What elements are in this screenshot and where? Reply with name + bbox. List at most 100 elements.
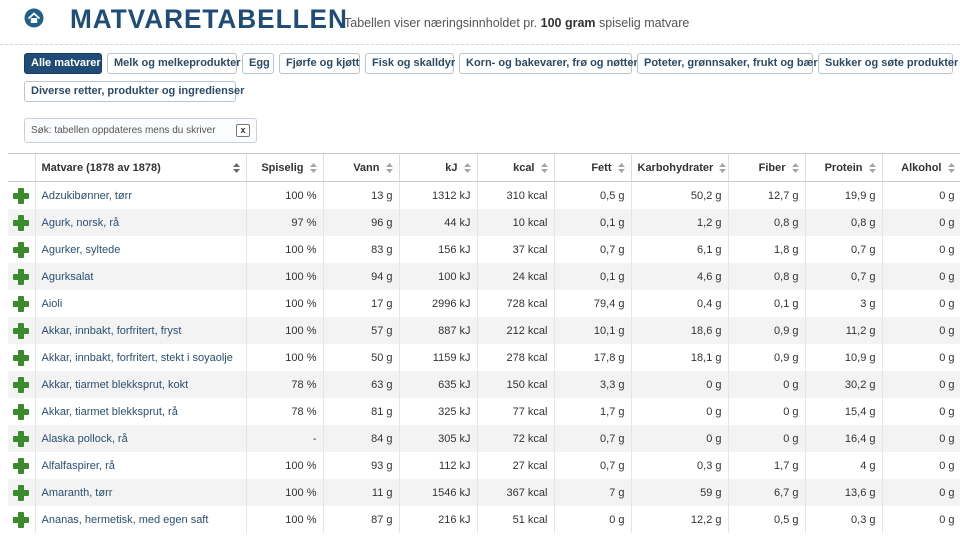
column-header-vann[interactable]: Vann: [323, 154, 400, 182]
cell-kj: 1546 kJ: [399, 479, 478, 506]
cell-kcal: 367 kcal: [477, 479, 555, 506]
cell-fett: 0,7 g: [554, 452, 632, 479]
food-name-link[interactable]: Alaska pollock, rå: [35, 425, 247, 452]
add-cell: [8, 452, 36, 479]
sort-icon: [309, 162, 317, 173]
add-food-plus-icon[interactable]: [13, 457, 30, 474]
food-name-link[interactable]: Adzukibønner, tørr: [35, 181, 247, 209]
add-cell: [8, 398, 36, 425]
filter-all[interactable]: Alle matvarer: [24, 53, 102, 74]
cell-kcal: 72 kcal: [477, 425, 555, 452]
filter-vegetables[interactable]: Poteter, grønnsaker, frukt og bær: [637, 53, 818, 74]
cell-spiselig: 100 %: [246, 290, 324, 317]
filter-dairy[interactable]: Melk og melkeprodukter: [107, 53, 241, 74]
add-cell: [8, 236, 36, 263]
filter-sugar[interactable]: Sukker og søte produkter: [818, 53, 958, 74]
filter-poultry-meat[interactable]: Fjørfe og kjøtt: [279, 53, 360, 74]
food-name-link[interactable]: Ananas, hermetisk, med egen saft: [35, 506, 247, 533]
cell-kj: 1159 kJ: [399, 344, 478, 371]
table-row: Agurksalat 100 % 94 g 100 kJ 24 kcal 0,1 g 4,6…: [8, 263, 960, 290]
cell-fiber: 6,7 g: [728, 479, 806, 506]
column-header-fiber[interactable]: Fiber: [728, 154, 806, 182]
cell-kj: 216 kJ: [399, 506, 478, 533]
site-title[interactable]: MATVARETABELLEN: [70, 3, 348, 35]
column-header-matvare[interactable]: Matvare (1878 av 1878): [35, 154, 247, 182]
add-food-plus-icon[interactable]: [13, 214, 30, 231]
cell-spiselig: 100 %: [246, 181, 324, 209]
cell-karbohydrater: 0 g: [631, 398, 729, 425]
header-add-column: [8, 154, 36, 182]
cell-alkohol: 0 g: [882, 263, 960, 290]
add-food-plus-icon[interactable]: [13, 349, 30, 366]
food-name-link[interactable]: Akkar, tiarmet blekksprut, rå: [35, 398, 247, 425]
add-food-plus-icon[interactable]: [13, 376, 30, 393]
column-header-karbohydrater[interactable]: Karbohydrater: [631, 154, 729, 182]
cell-kcal: 24 kcal: [477, 263, 555, 290]
cell-vann: 87 g: [323, 506, 400, 533]
tagline: Tabellen viser næringsinnholdet pr. 100 …: [344, 16, 689, 30]
food-name-link[interactable]: Amaranth, tørr: [35, 479, 247, 506]
cell-vann: 57 g: [323, 317, 400, 344]
search-input[interactable]: [31, 122, 231, 139]
cell-kj: 887 kJ: [399, 317, 478, 344]
food-name-link[interactable]: Agurk, norsk, rå: [35, 209, 247, 236]
add-cell: [8, 371, 36, 398]
column-header-kcal[interactable]: kcal: [477, 154, 555, 182]
cell-karbohydrater: 18,6 g: [631, 317, 729, 344]
sort-icon: [385, 162, 393, 173]
table-row: Agurk, norsk, rå 97 % 96 g 44 kJ 10 kcal 0,1 …: [8, 209, 960, 236]
cell-karbohydrater: 6,1 g: [631, 236, 729, 263]
add-cell: [8, 479, 36, 506]
food-name-link[interactable]: Alfalfaspirer, rå: [35, 452, 247, 479]
add-food-plus-icon[interactable]: [13, 268, 30, 285]
add-food-plus-icon[interactable]: [13, 187, 30, 204]
food-name-link[interactable]: Akkar, innbakt, forfritert, stekt i soya…: [35, 344, 247, 371]
cell-fett: 7 g: [554, 479, 632, 506]
add-cell: [8, 425, 36, 452]
food-name-link[interactable]: Aioli: [35, 290, 247, 317]
cell-fett: 0,7 g: [554, 425, 632, 452]
add-food-plus-icon[interactable]: [13, 322, 30, 339]
add-food-plus-icon[interactable]: [13, 484, 30, 501]
cell-spiselig: -: [246, 425, 324, 452]
cell-fett: 17,8 g: [554, 344, 632, 371]
cell-spiselig: 78 %: [246, 371, 324, 398]
food-name-link[interactable]: Agurker, syltede: [35, 236, 247, 263]
filter-fish[interactable]: Fisk og skalldyr: [365, 53, 455, 74]
column-header-spiselig[interactable]: Spiselig: [246, 154, 324, 182]
add-food-plus-icon[interactable]: [13, 430, 30, 447]
food-name-link[interactable]: Akkar, innbakt, forfritert, fryst: [35, 317, 247, 344]
cell-fett: 0,7 g: [554, 236, 632, 263]
add-food-plus-icon[interactable]: [13, 511, 30, 528]
food-name-link[interactable]: Agurksalat: [35, 263, 247, 290]
cell-spiselig: 100 %: [246, 344, 324, 371]
cell-kcal: 310 kcal: [477, 181, 555, 209]
cell-kcal: 77 kcal: [477, 398, 555, 425]
add-food-plus-icon[interactable]: [13, 295, 30, 312]
cell-karbohydrater: 4,6 g: [631, 263, 729, 290]
filter-misc[interactable]: Diverse retter, produkter og ingrediense…: [24, 81, 244, 102]
cell-kcal: 728 kcal: [477, 290, 555, 317]
sort-icon: [719, 162, 727, 173]
column-header-alkohol[interactable]: Alkohol: [882, 154, 960, 182]
home-logo-icon[interactable]: [24, 8, 44, 28]
add-food-plus-icon[interactable]: [13, 241, 30, 258]
cell-kj: 2996 kJ: [399, 290, 478, 317]
column-header-protein[interactable]: Protein: [805, 154, 883, 182]
cell-karbohydrater: 50,2 g: [631, 181, 729, 209]
cell-karbohydrater: 18,1 g: [631, 344, 729, 371]
cell-protein: 19,9 g: [805, 181, 883, 209]
filter-grains[interactable]: Korn- og bakevarer, frø og nøtter: [459, 53, 638, 74]
column-header-kj[interactable]: kJ: [399, 154, 478, 182]
cell-kcal: 150 kcal: [477, 371, 555, 398]
add-food-plus-icon[interactable]: [13, 403, 30, 420]
filter-egg[interactable]: Egg: [242, 53, 274, 74]
column-header-fett[interactable]: Fett: [554, 154, 632, 182]
cell-kcal: 27 kcal: [477, 452, 555, 479]
food-name-link[interactable]: Akkar, tiarmet blekksprut, kokt: [35, 371, 247, 398]
clear-search-button[interactable]: x: [236, 124, 250, 137]
cell-fett: 0,5 g: [554, 181, 632, 209]
cell-protein: 0,7 g: [805, 263, 883, 290]
cell-kcal: 278 kcal: [477, 344, 555, 371]
header: MATVARETABELLEN Tabellen viser næringsin…: [0, 0, 960, 44]
